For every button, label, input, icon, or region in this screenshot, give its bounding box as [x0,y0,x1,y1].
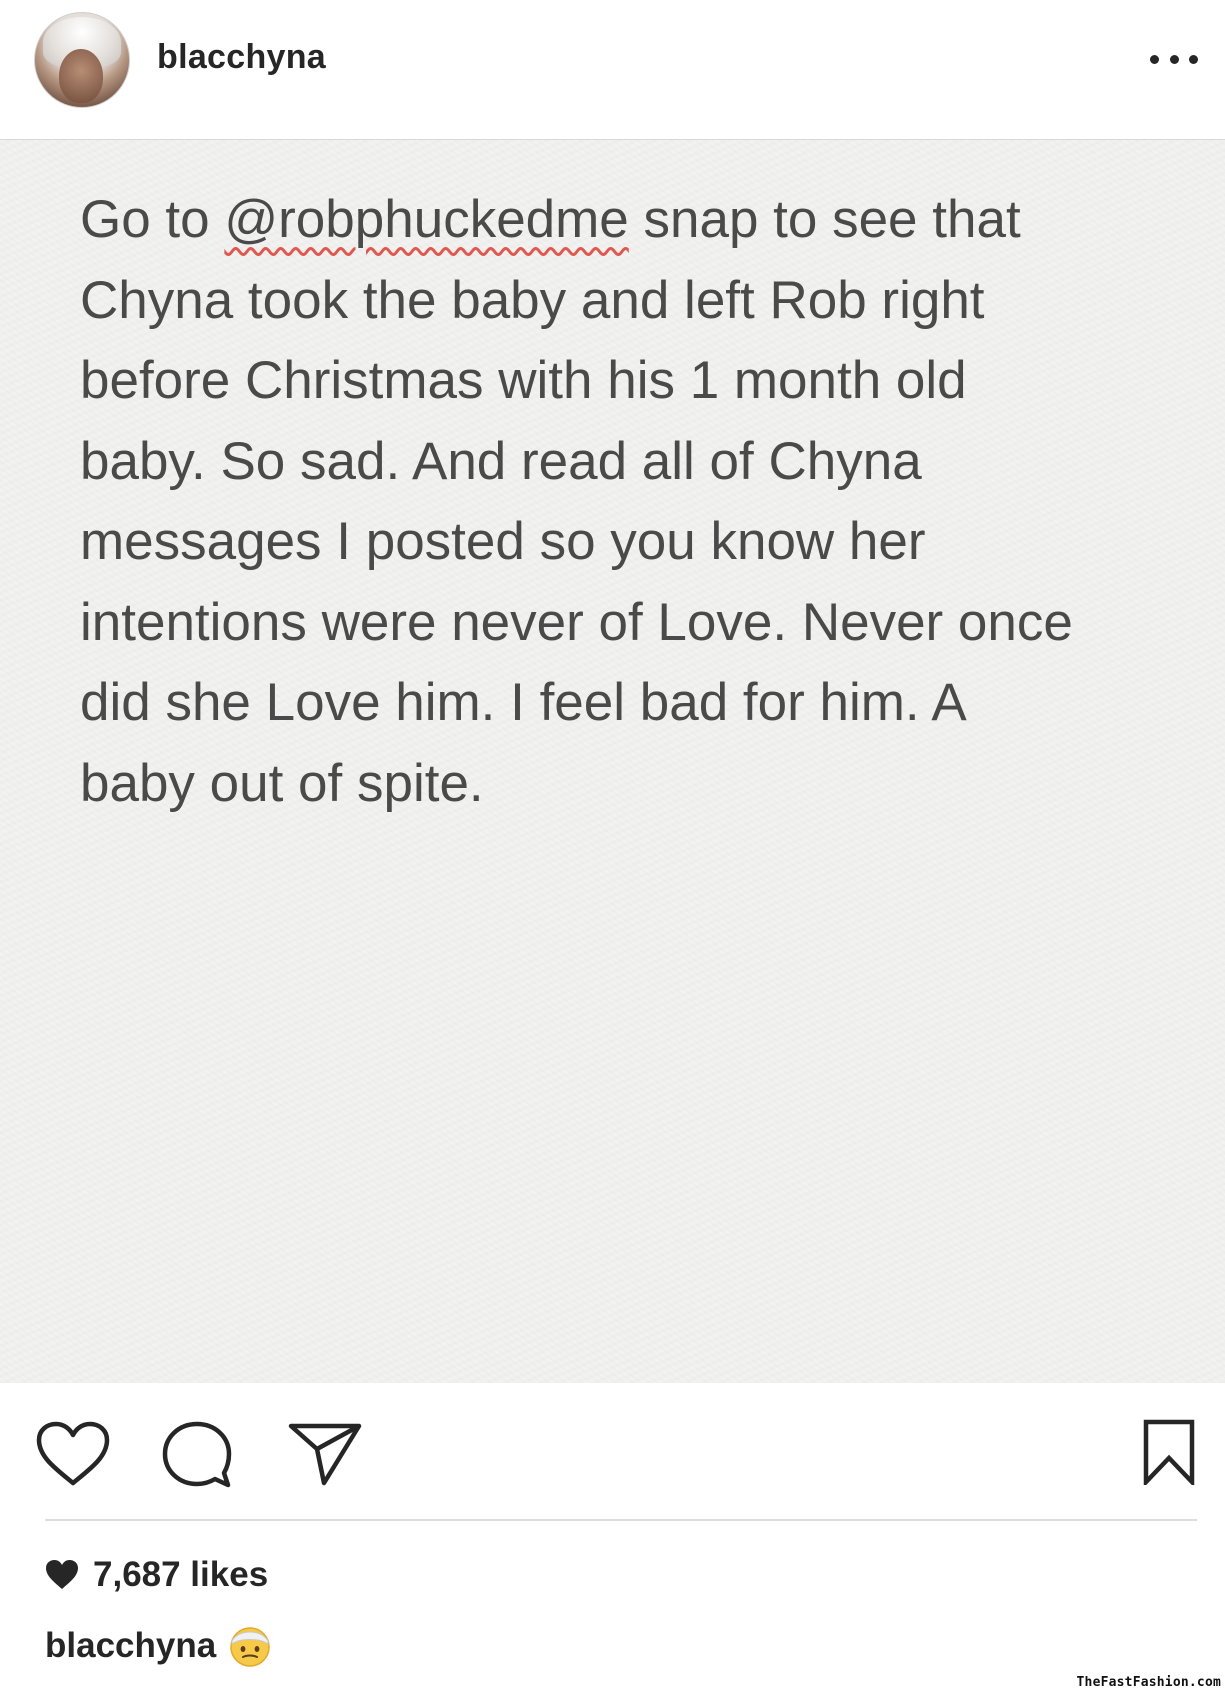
caption-username[interactable]: blacchyna [45,1626,216,1666]
likes-row[interactable]: 7,687 likes [45,1550,268,1600]
profile-avatar[interactable] [34,12,130,108]
comment-icon[interactable] [162,1421,232,1489]
heart-outline-icon[interactable] [36,1421,110,1487]
more-dot [1169,54,1179,64]
watermark: TheFastFashion.com [1076,1675,1221,1690]
mention-link: @robphuckedme [224,190,629,249]
post-header: blacchyna [0,0,1225,140]
post-image[interactable]: Go to @robphuckedme snap to see that Chy… [0,140,1225,1383]
more-options-icon[interactable] [1150,44,1198,74]
more-dot [1150,54,1159,64]
heart-filled-icon [46,1560,78,1589]
bookmark-icon[interactable] [1143,1419,1195,1485]
post-text-intro: Go to [80,190,225,249]
caption-row: blacchyna [45,1618,272,1674]
avatar-face [59,49,103,103]
more-dot [1189,54,1198,64]
action-bar [0,1383,1225,1520]
share-icon[interactable] [288,1421,362,1487]
header-username[interactable]: blacchyna [157,38,326,77]
face-with-head-bandage-emoji [230,1627,270,1667]
post-text-body: snap to see that Chyna took the baby and… [80,190,1073,813]
post-text: Go to @robphuckedme snap to see that Chy… [80,180,1190,824]
likes-count: 7,687 likes [93,1555,269,1594]
action-divider [45,1519,1197,1521]
